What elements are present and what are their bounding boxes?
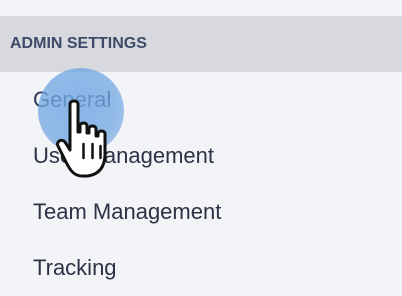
menu-item-user-management[interactable]: User Management <box>0 128 402 184</box>
menu-item-label: User Management <box>33 143 214 168</box>
menu-item-general[interactable]: General <box>0 72 402 128</box>
menu-item-label: Tracking <box>33 255 117 280</box>
section-header-label: ADMIN SETTINGS <box>10 35 147 52</box>
section-header: ADMIN SETTINGS <box>0 16 402 72</box>
menu-item-label: General <box>33 87 112 112</box>
menu-item-team-management[interactable]: Team Management <box>0 184 402 240</box>
menu-item-label: Team Management <box>33 199 222 224</box>
admin-settings-sidebar: ADMIN SETTINGS General User Management T… <box>0 0 402 296</box>
menu-item-tracking[interactable]: Tracking <box>0 240 402 296</box>
